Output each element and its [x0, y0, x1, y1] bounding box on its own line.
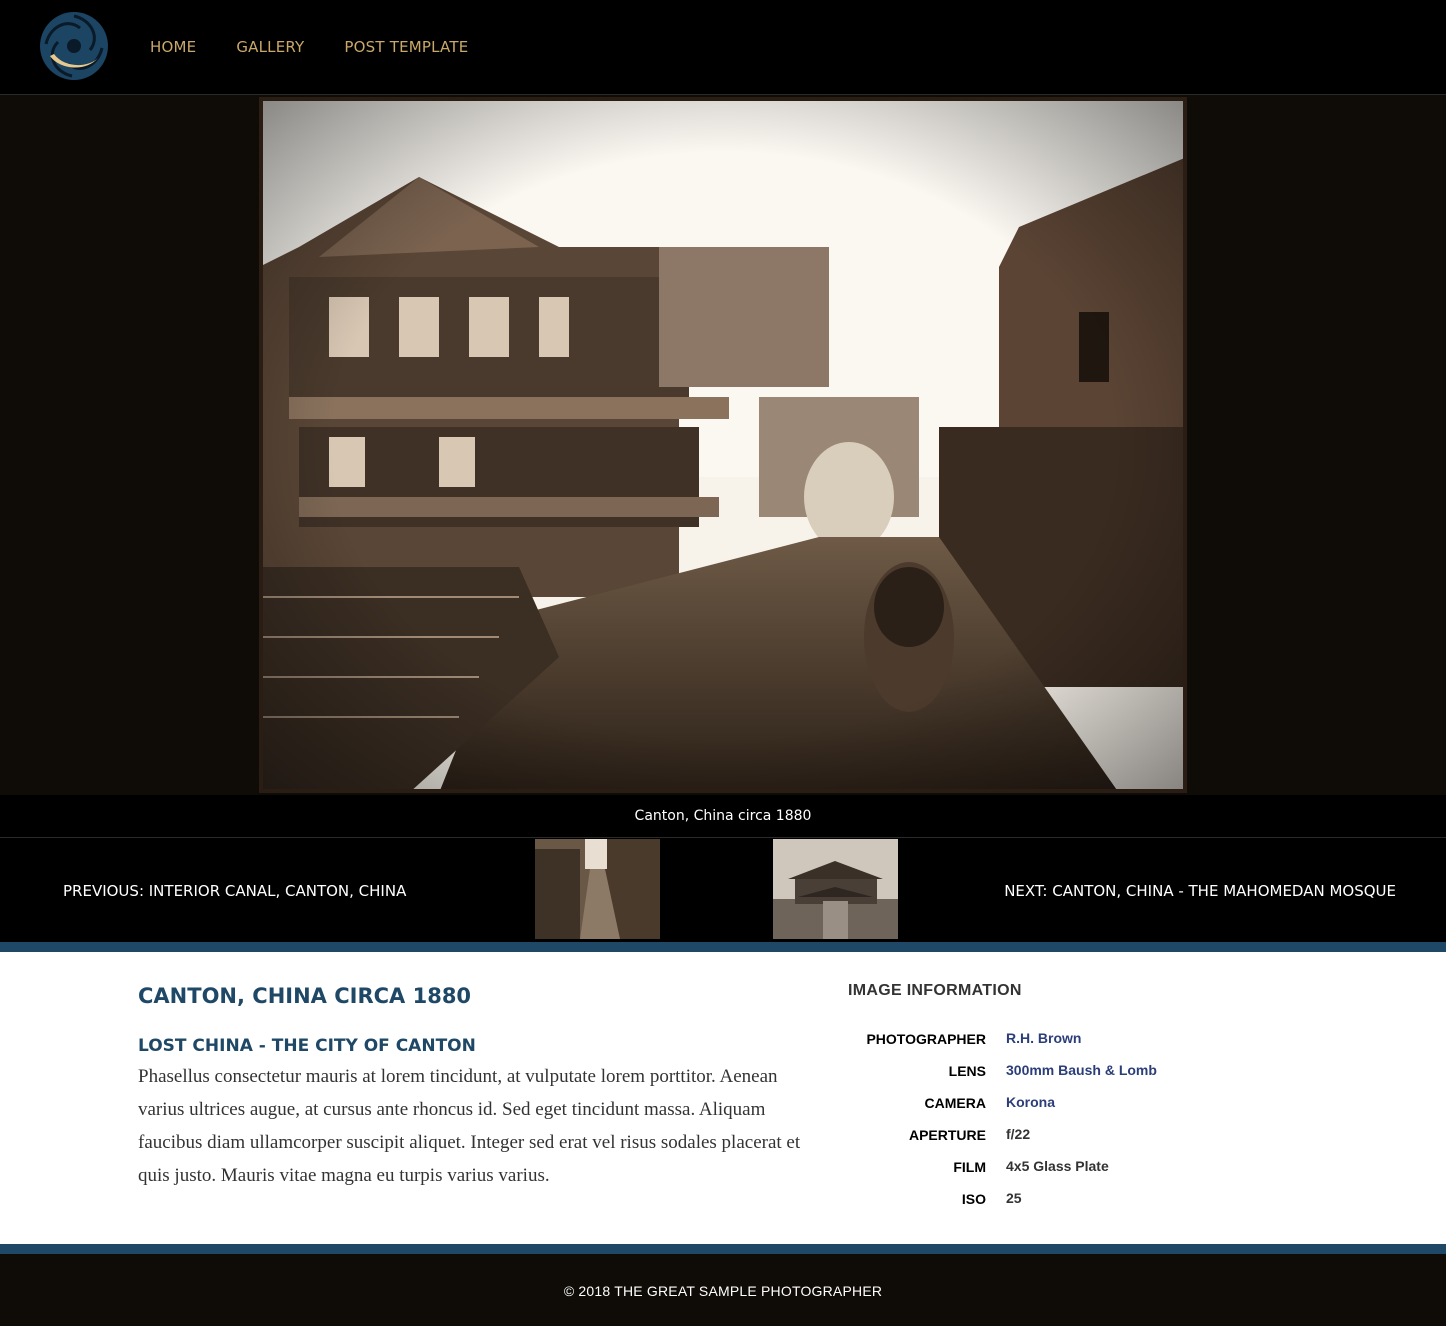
hero-photo — [259, 97, 1187, 793]
info-row-camera: CAMERA Korona — [848, 1094, 1157, 1126]
post-body: Phasellus consectetur mauris at lorem ti… — [138, 1066, 801, 1186]
nav-home[interactable]: HOME — [150, 38, 196, 56]
post-pager: PREVIOUS: INTERIOR CANAL, CANTON, CHINA … — [0, 839, 1446, 942]
lens-link[interactable]: 300mm Baush & Lomb — [1006, 1062, 1157, 1078]
aperture-value: f/22 — [1006, 1126, 1031, 1142]
info-row-lens: LENS 300mm Baush & Lomb — [848, 1062, 1157, 1094]
info-row-photographer: PHOTOGRAPHER R.H. Brown — [848, 1030, 1157, 1062]
info-label: PHOTOGRAPHER — [866, 1031, 986, 1047]
image-info-title: IMAGE INFORMATION — [848, 982, 1022, 999]
info-label: APERTURE — [908, 1127, 986, 1143]
photo-caption: Canton, China circa 1880 — [634, 808, 812, 824]
iso-value: 25 — [1006, 1190, 1022, 1206]
info-row-aperture: APERTURE f/22 — [848, 1126, 1157, 1158]
hero-section — [0, 95, 1446, 795]
main-nav: HOME GALLERY POST TEMPLATE — [150, 38, 468, 56]
info-row-film: FILM 4x5 Glass Plate — [848, 1158, 1157, 1190]
previous-post-link[interactable]: PREVIOUS: INTERIOR CANAL, CANTON, CHINA — [63, 882, 406, 900]
info-label: LENS — [948, 1063, 986, 1079]
camera-link[interactable]: Korona — [1006, 1094, 1055, 1110]
nav-gallery[interactable]: GALLERY — [236, 38, 304, 56]
info-label: FILM — [953, 1159, 986, 1175]
nav-post-template[interactable]: POST TEMPLATE — [344, 38, 468, 56]
film-value: 4x5 Glass Plate — [1006, 1158, 1109, 1174]
post-title: CANTON, CHINA CIRCA 1880 — [138, 984, 472, 1008]
divider-stripe-top — [0, 942, 1446, 952]
next-post-thumbnail[interactable] — [773, 839, 898, 939]
copyright-text: © 2018 THE GREAT SAMPLE PHOTOGRAPHER — [563, 1283, 883, 1299]
post-content: CANTON, CHINA CIRCA 1880 LOST CHINA - TH… — [0, 952, 1446, 1244]
info-label: ISO — [961, 1191, 986, 1207]
photo-caption-bar: Canton, China circa 1880 — [0, 795, 1446, 838]
site-header: HOME GALLERY POST TEMPLATE — [0, 0, 1446, 95]
swirl-logo-icon[interactable] — [38, 10, 110, 82]
photographer-link[interactable]: R.H. Brown — [1006, 1030, 1081, 1046]
post-subtitle: LOST CHINA - THE CITY OF CANTON — [138, 1036, 476, 1056]
next-post-link[interactable]: NEXT: CANTON, CHINA - THE MAHOMEDAN MOSQ… — [1004, 882, 1396, 900]
divider-stripe-bottom — [0, 1244, 1446, 1254]
image-info-table: PHOTOGRAPHER R.H. Brown LENS 300mm Baush… — [848, 1030, 1157, 1222]
site-footer: © 2018 THE GREAT SAMPLE PHOTOGRAPHER — [0, 1254, 1446, 1326]
info-row-iso: ISO 25 — [848, 1190, 1157, 1222]
info-label: CAMERA — [924, 1095, 986, 1111]
previous-post-thumbnail[interactable] — [535, 839, 660, 939]
